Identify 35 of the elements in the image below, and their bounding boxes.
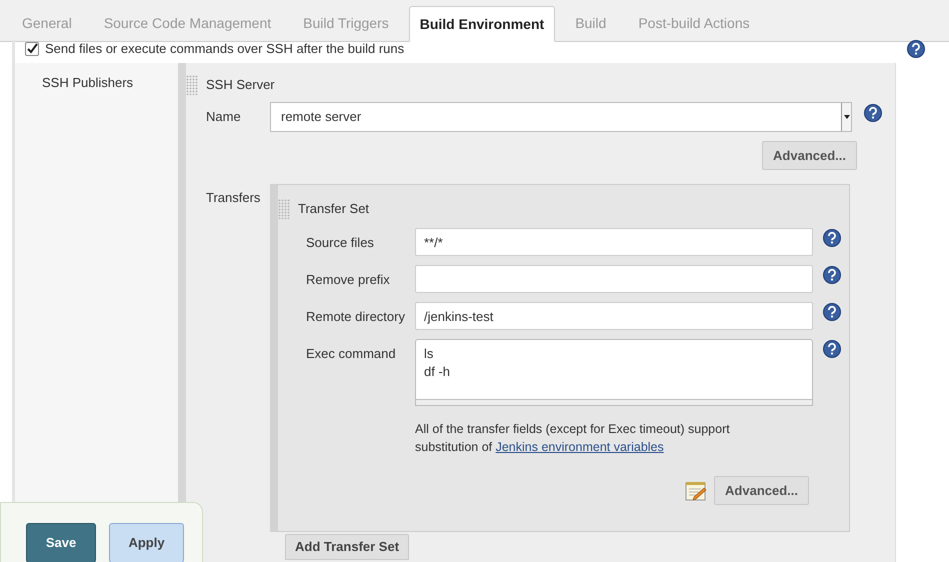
text-field[interactable]: /jenkins-test	[415, 302, 813, 330]
apply-button[interactable]: Apply	[109, 523, 184, 562]
help-icon[interactable]	[823, 229, 841, 247]
exec-command-field[interactable]: ls df -h	[415, 339, 813, 400]
drag-handle-icon[interactable]	[186, 75, 198, 95]
section-title: Transfer Set	[298, 200, 370, 218]
env-variables-link[interactable]: Jenkins environment variables	[496, 440, 664, 454]
field-label: Name	[206, 108, 242, 126]
help-note: All of the transfer fields (except for Exec timeout) support substitution of Jenkins environment variables	[415, 421, 731, 456]
help-icon[interactable]	[823, 340, 841, 358]
help-icon[interactable]	[823, 266, 841, 284]
help-icon[interactable]	[907, 40, 925, 58]
help-icon[interactable]	[823, 303, 841, 321]
add-transfer-set-button[interactable]: Add Transfer Set	[285, 534, 410, 560]
drag-handle-icon[interactable]	[278, 199, 290, 219]
section-title: SSH Server	[206, 76, 275, 94]
text-field[interactable]	[415, 265, 813, 293]
help-icon[interactable]	[864, 104, 882, 122]
server-select[interactable]: remote server	[270, 102, 852, 132]
notepad-icon[interactable]	[685, 480, 708, 502]
caret-icon	[841, 103, 851, 131]
field-label: Source files	[306, 234, 375, 252]
advanced-button[interactable]: Advanced...	[762, 141, 857, 170]
checkbox[interactable]	[25, 42, 39, 56]
section-label: SSH Publishers	[42, 75, 134, 90]
tab[interactable]: Build Environment	[408, 6, 556, 42]
advanced-button[interactable]: Advanced...	[714, 476, 809, 505]
field-label: Remote directory	[306, 308, 406, 326]
field-label: Transfers	[206, 189, 262, 207]
text-field[interactable]: **/*	[415, 228, 813, 256]
save-button[interactable]: Save	[26, 523, 96, 562]
field-label: Exec command	[306, 345, 397, 363]
resize-handle[interactable]	[415, 400, 813, 406]
field-label: Remove prefix	[306, 271, 391, 289]
checkbox-label: Send files or execute commands over SSH after the build runs	[45, 40, 406, 58]
